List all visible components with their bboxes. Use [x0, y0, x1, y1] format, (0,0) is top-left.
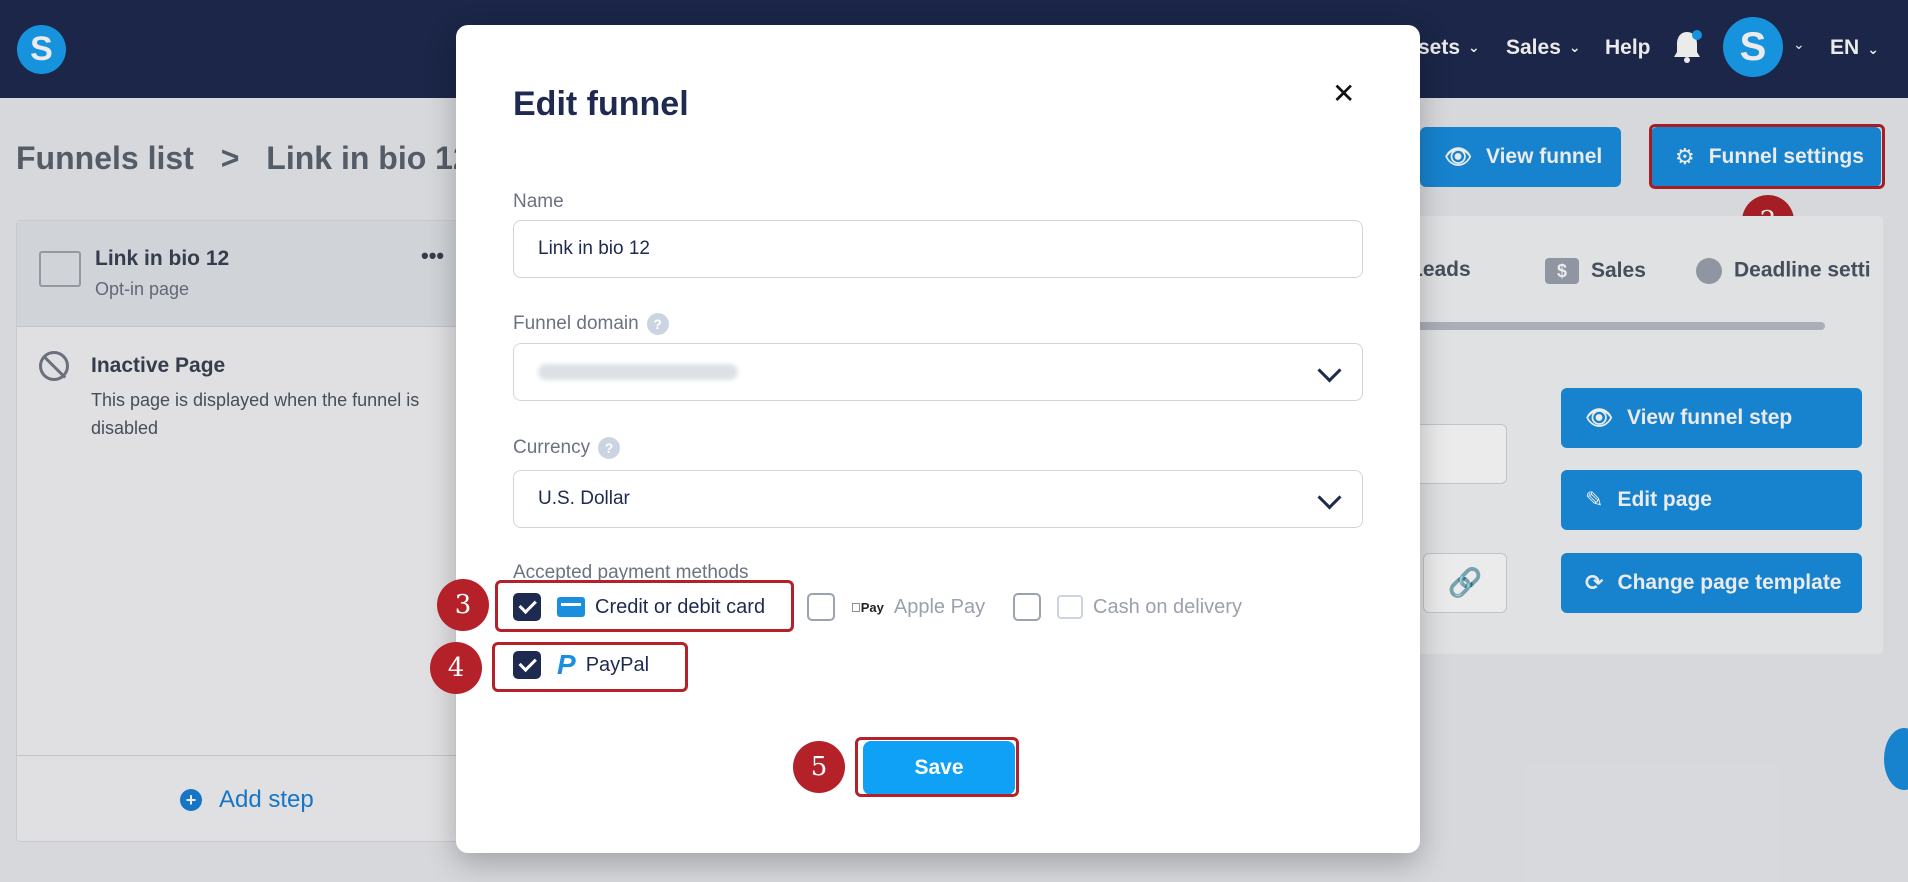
cash-icon	[1057, 595, 1083, 619]
currency-select[interactable]: U.S. Dollar	[513, 470, 1363, 528]
breadcrumb-funnels-list[interactable]: Funnels list	[16, 140, 194, 176]
tabs-scrollbar[interactable]	[1415, 322, 1825, 330]
clock-icon	[1696, 258, 1722, 284]
avatar[interactable]: S	[1723, 17, 1783, 77]
name-label: Name	[513, 191, 564, 212]
chevron-down-icon: ⌄	[1468, 39, 1480, 55]
dollar-icon: $	[1545, 258, 1579, 284]
annotation-step-3: 3	[437, 579, 489, 631]
tab-sales[interactable]: $ Sales	[1545, 258, 1646, 284]
close-icon[interactable]: ✕	[1332, 77, 1355, 110]
help-icon[interactable]: ?	[598, 437, 621, 459]
eye-icon: 👁	[1444, 144, 1472, 169]
inactive-page-description: This page is displayed when the funnel i…	[91, 390, 420, 438]
add-step-button[interactable]: + Add step	[17, 755, 457, 842]
page-icon	[39, 251, 81, 287]
payment-applepay-option[interactable]: Pay Apple Pay	[807, 593, 985, 621]
more-options-icon[interactable]: •••	[421, 243, 444, 269]
modal-title: Edit funnel	[513, 85, 689, 123]
notification-dot	[1692, 30, 1702, 40]
payment-methods-label: Accepted payment methods	[513, 562, 749, 583]
funnel-steps-panel: Link in bio 12 Opt-in page ••• Inactive …	[16, 220, 458, 842]
edit-icon: ✎	[1585, 487, 1604, 512]
nav-item-assets[interactable]: sets ⌄	[1418, 36, 1480, 60]
chevron-down-icon	[1317, 358, 1342, 383]
annotation-step-4: 4	[430, 642, 482, 694]
paypal-checkbox[interactable]	[513, 651, 541, 679]
chevron-down-icon[interactable]: ⌄	[1793, 36, 1805, 53]
nav-item-sales[interactable]: Sales ⌄	[1506, 36, 1581, 60]
tab-deadline-settings[interactable]: Deadline setti	[1696, 258, 1871, 284]
breadcrumb-funnel-name[interactable]: Link in bio 12	[266, 140, 470, 176]
funnel-step-item[interactable]: Link in bio 12 Opt-in page •••	[17, 221, 457, 327]
edit-page-button[interactable]: ✎ Edit page	[1561, 470, 1862, 530]
help-icon[interactable]: ?	[646, 313, 669, 335]
breadcrumb-separator: >	[220, 140, 240, 176]
credit-card-icon	[557, 597, 585, 617]
eye-icon: 👁	[1585, 405, 1613, 430]
chevron-down-icon: ⌄	[1867, 41, 1879, 57]
app-logo[interactable]: S	[17, 25, 66, 74]
save-button[interactable]: Save	[863, 741, 1015, 795]
copy-link-icon[interactable]: 🔗	[1423, 553, 1507, 613]
gear-icon: ⚙	[1675, 144, 1695, 169]
language-selector[interactable]: EN ⌄	[1830, 36, 1879, 60]
cod-checkbox[interactable]	[1013, 593, 1041, 621]
blurred-domain-value	[538, 364, 738, 380]
paypal-icon: P	[557, 649, 576, 680]
plus-icon: +	[180, 789, 202, 811]
funnel-settings-button[interactable]: ⚙ Funnel settings	[1651, 127, 1881, 187]
apple-pay-icon: Pay	[851, 599, 884, 615]
view-funnel-button[interactable]: 👁 View funnel	[1420, 127, 1621, 187]
name-input[interactable]: Link in bio 12	[513, 220, 1363, 278]
chevron-down-icon	[1317, 485, 1342, 510]
view-funnel-step-button[interactable]: 👁 View funnel step	[1561, 388, 1862, 448]
edit-funnel-modal: Edit funnel ✕ Name Link in bio 12 Funnel…	[456, 25, 1420, 853]
nav-item-help[interactable]: Help	[1605, 36, 1651, 60]
payment-paypal-option[interactable]: P PayPal	[513, 649, 649, 681]
change-page-template-button[interactable]: ⟳ Change page template	[1561, 553, 1862, 613]
annotation-step-5: 5	[793, 741, 845, 793]
inactive-page-title: Inactive Page	[91, 354, 226, 377]
inactive-icon	[39, 351, 69, 381]
step-subtitle: Opt-in page	[95, 279, 190, 299]
card-checkbox[interactable]	[513, 593, 541, 621]
funnel-domain-select[interactable]	[513, 343, 1363, 401]
currency-label: Currency?	[513, 437, 621, 459]
chevron-down-icon: ⌄	[1568, 39, 1581, 55]
payment-cod-option[interactable]: Cash on delivery	[1013, 593, 1242, 621]
refresh-icon: ⟳	[1585, 570, 1604, 595]
applepay-checkbox[interactable]	[807, 593, 835, 621]
step-title: Link in bio 12	[95, 247, 230, 270]
funnel-domain-label: Funnel domain?	[513, 313, 669, 335]
step-url-input[interactable]	[1405, 424, 1507, 484]
payment-card-option[interactable]: Credit or debit card	[513, 593, 765, 621]
